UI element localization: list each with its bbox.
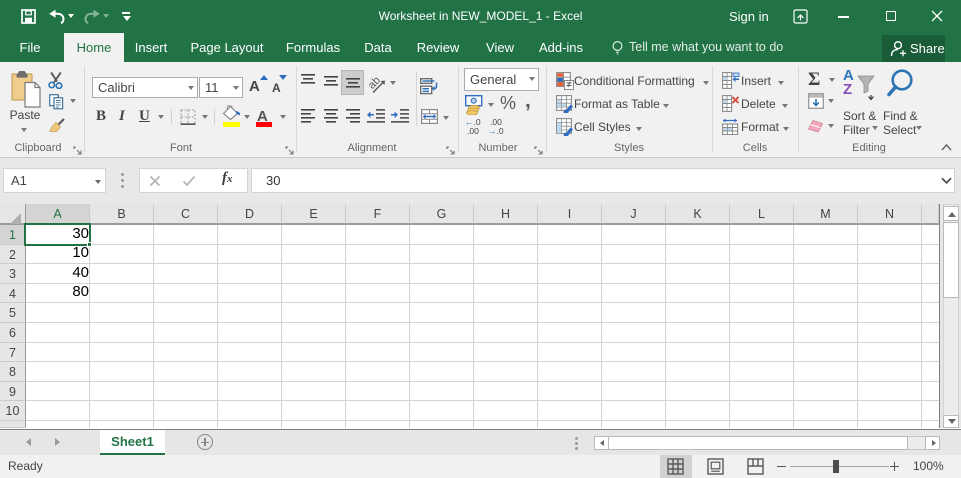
svg-text:ab: ab xyxy=(367,74,383,91)
svg-text:.00: .00 xyxy=(467,126,479,135)
svg-text:→.0: →.0 xyxy=(488,126,504,135)
